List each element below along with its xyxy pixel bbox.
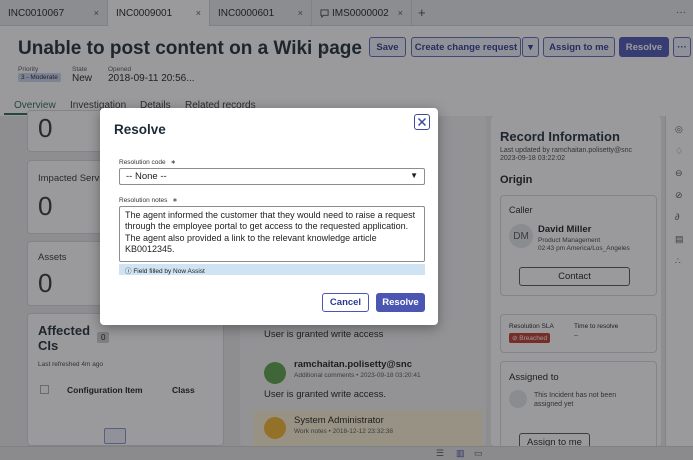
resolution-notes-label: Resolution notes ∗ (119, 197, 178, 204)
resolution-code-select[interactable]: -- None -- ▼ (119, 168, 425, 185)
info-icon: ⓘ (125, 268, 132, 275)
chevron-down-icon: ▼ (410, 171, 418, 180)
close-icon[interactable] (414, 114, 430, 130)
now-assist-notice: ⓘ Field filled by Now Assist (119, 264, 425, 275)
resolution-notes-textarea[interactable]: The agent informed the customer that the… (119, 206, 425, 262)
modal-title: Resolve (114, 122, 166, 137)
resolve-confirm-button[interactable]: Resolve (376, 293, 425, 312)
resolve-modal: Resolve Resolution code ∗ -- None -- ▼ R… (100, 108, 438, 325)
cancel-button[interactable]: Cancel (322, 293, 369, 312)
resolution-code-label: Resolution code ∗ (119, 159, 176, 166)
